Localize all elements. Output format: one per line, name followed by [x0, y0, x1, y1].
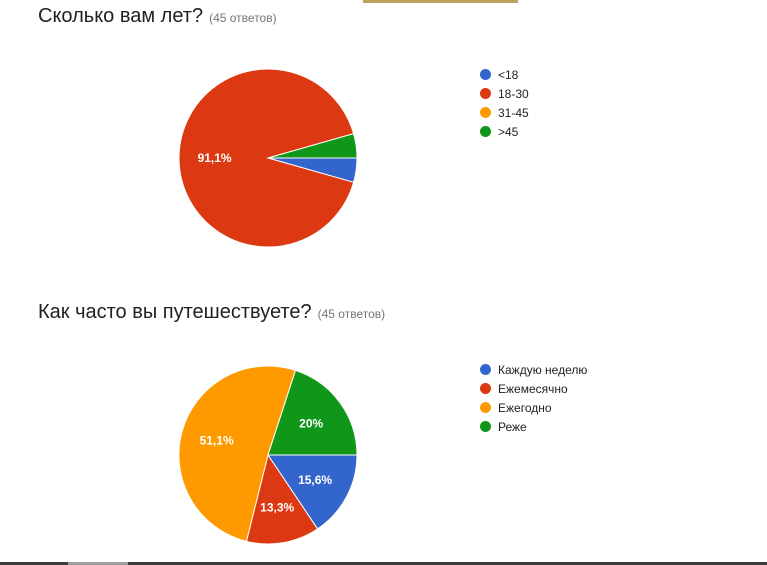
legend-swatch: [480, 402, 491, 413]
legend-label: Реже: [498, 419, 527, 434]
legend-item[interactable]: 31-45: [480, 103, 529, 122]
legend-label: Каждую неделю: [498, 362, 588, 377]
slice-label: 20%: [299, 417, 323, 431]
legend-item[interactable]: 18-30: [480, 84, 529, 103]
legend-item[interactable]: Реже: [480, 417, 587, 436]
legend-label: >45: [498, 124, 519, 139]
legend-swatch: [480, 383, 491, 394]
legend-label: 18-30: [498, 86, 529, 101]
travel-chart-section: Как часто вы путешествуете? (45 ответов) …: [0, 295, 767, 562]
legend-label: Ежемесячно: [498, 381, 568, 396]
legend-swatch: [480, 364, 491, 375]
slice-label: 15,6%: [298, 473, 332, 487]
slice-label: 91,1%: [198, 151, 232, 165]
legend-item[interactable]: >45: [480, 122, 529, 141]
legend-swatch: [480, 69, 491, 80]
legend-swatch: [480, 126, 491, 137]
age-legend: <18 18-30 31-45 >45: [480, 65, 529, 141]
age-chart-section: Сколько вам лет? (45 ответов) 91,1% <18 18…: [0, 0, 767, 290]
legend-swatch: [480, 88, 491, 99]
legend-label: 31-45: [498, 105, 529, 120]
slice-label: 51,1%: [200, 433, 234, 447]
legend-item[interactable]: Ежемесячно: [480, 379, 587, 398]
legend-label: Ежегодно: [498, 400, 552, 415]
legend-item[interactable]: Каждую неделю: [480, 360, 587, 379]
travel-legend: Каждую неделю Ежемесячно Ежегодно Реже: [480, 360, 587, 436]
slice-label: 13,3%: [260, 501, 294, 515]
travel-pie-chart: 15,6% 13,3% 51,1% 20%: [178, 365, 358, 545]
age-pie-chart: 91,1%: [178, 68, 358, 248]
legend-swatch: [480, 107, 491, 118]
legend-item[interactable]: <18: [480, 65, 529, 84]
legend-swatch: [480, 421, 491, 432]
legend-item[interactable]: Ежегодно: [480, 398, 587, 417]
legend-label: <18: [498, 67, 519, 82]
